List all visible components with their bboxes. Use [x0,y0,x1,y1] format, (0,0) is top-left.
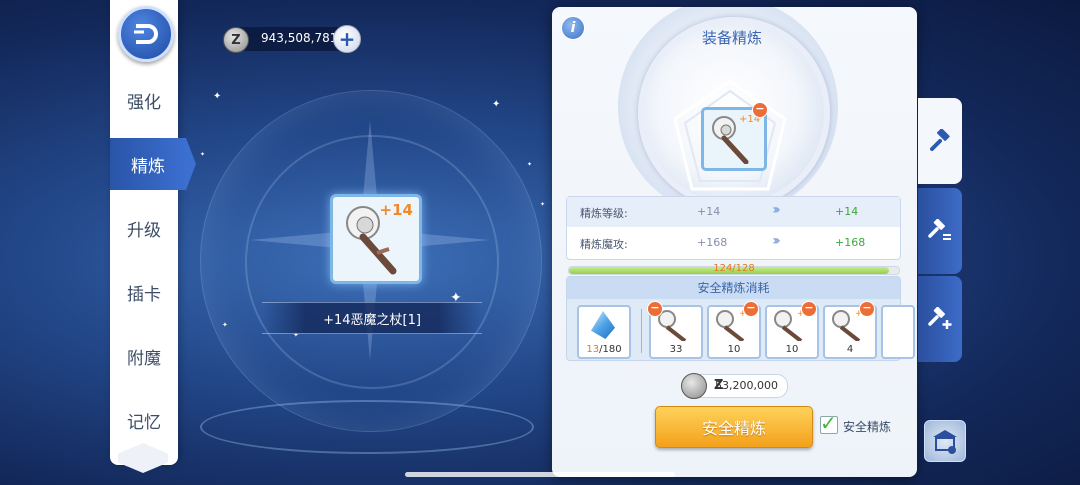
progress-text: 124/128 [713,263,755,274]
hammer-swap-icon [928,219,951,240]
safe-refine-label: 安全精炼 [843,420,892,434]
nav-item-label: 精炼 [131,156,165,177]
floor-ring [200,400,534,454]
panel-title: 装备精炼 [701,29,762,47]
safe-refine-button[interactable]: 安全精炼 [655,406,813,448]
safe-refine-toggle[interactable]: ✓ 安全精炼 [820,411,905,437]
material-count: 33 [669,344,683,355]
material-count: 10 [785,344,799,355]
remove-material-button[interactable]: − [647,301,663,317]
remove-material-button[interactable]: − [743,301,759,317]
back-arrow-icon [132,22,160,46]
crystal-slot[interactable]: 13/180 [577,305,631,359]
refine-cost-box: 安全精炼消耗 13/180 − 33 +5 − 10 +4 − 10 +6 − … [566,276,915,361]
item-name: +14恶魔之杖[1] [323,312,421,328]
showcase-item-slot[interactable]: +14 [330,194,422,284]
zeny-coin-icon: Z [681,373,723,399]
arrow-icon: ››› [772,233,781,249]
stat-after: +168 [835,236,866,249]
material-slot[interactable]: +5 − 10 [707,301,761,359]
hammer-icon [930,129,950,151]
crystal-count: 13/180 [579,344,629,355]
remove-item-button[interactable]: − [752,102,768,118]
nav-item-card[interactable]: 插卡 [110,266,178,318]
nav-item-label: 附魔 [127,348,161,369]
tab-refine-plus[interactable] [918,276,962,362]
material-count: 4 [846,344,854,355]
material-slot[interactable]: − 33 [647,301,703,359]
remove-material-button[interactable]: − [859,301,875,317]
tab-refine-transfer[interactable] [918,188,962,274]
remove-material-button[interactable]: − [801,301,817,317]
safe-refine-button-label: 安全精炼 [701,419,766,438]
nav-item-label: 升级 [127,220,161,241]
zeny-symbol: Z [231,32,241,48]
stat-label: 精炼等级: [580,207,628,220]
nav-item-enhance[interactable]: 强化 [110,74,178,126]
zeny-amount: 943,508,781 [261,31,338,45]
zeny-coin-icon: Z [223,27,249,53]
stat-row-refine-level: 精炼等级: +14 ››› +14 [567,197,900,227]
nav-item-refine[interactable]: 精炼 [110,138,196,190]
nav-item-memory[interactable]: 记忆 [110,394,178,446]
shop-icon[interactable] [924,420,966,462]
stat-row-magic-attack: 精炼魔攻: +168 ››› +168 [567,228,900,258]
back-button[interactable] [118,6,174,62]
item-name-bar: +14恶魔之杖[1] [262,302,482,334]
stat-before: +168 [697,236,728,249]
cost-divider [641,309,642,353]
plus-icon: + [338,27,356,51]
nav-item-enchant[interactable]: 附魔 [110,330,178,382]
stat-before: +14 [697,205,721,218]
refine-stats: 精炼等级: +14 ››› +14 精炼魔攻: +168 ››› +168 [566,196,901,260]
cost-title: 安全精炼消耗 [567,277,900,299]
safe-refine-checkbox[interactable]: ✓ [820,411,838,435]
crystal-icon [591,311,615,339]
arrow-icon: ››› [772,202,781,218]
zeny-cost-value: 53,200,000 [715,379,778,392]
zeny-cost: Z 53,200,000 [681,373,788,399]
material-count: 10 [727,344,741,355]
material-slot-partial[interactable] [881,305,915,359]
crystal-count-current: 13 [586,344,600,355]
shop-icon-glyph [933,430,957,454]
nav-item-label: 强化 [127,92,161,113]
stat-label: 精炼魔攻: [580,238,628,251]
refine-item-slot[interactable]: +14 − [701,102,768,171]
crystal-count-total: /180 [599,344,622,355]
checkmark-icon: ✓ [820,411,837,435]
stat-after: +14 [835,205,859,218]
nav-item-label: 记忆 [127,412,161,433]
nav-item-upgrade[interactable]: 升级 [110,202,178,254]
refine-panel: i 装备精炼 +14 − 精炼等级: +14 ››› +14 精炼魔攻: +16… [552,7,917,477]
add-zeny-button[interactable]: + [333,25,361,53]
home-indicator[interactable] [405,472,675,477]
nav-item-label: 插卡 [127,284,161,305]
tab-refine[interactable] [918,98,962,184]
material-slot[interactable]: +6 − 4 [823,301,877,359]
refine-progress-bar: 124/128 [568,263,900,275]
hammer-plus-icon [928,307,952,329]
material-slot[interactable]: +4 − 10 [765,301,819,359]
refine-level-badge: +14 [379,201,413,219]
